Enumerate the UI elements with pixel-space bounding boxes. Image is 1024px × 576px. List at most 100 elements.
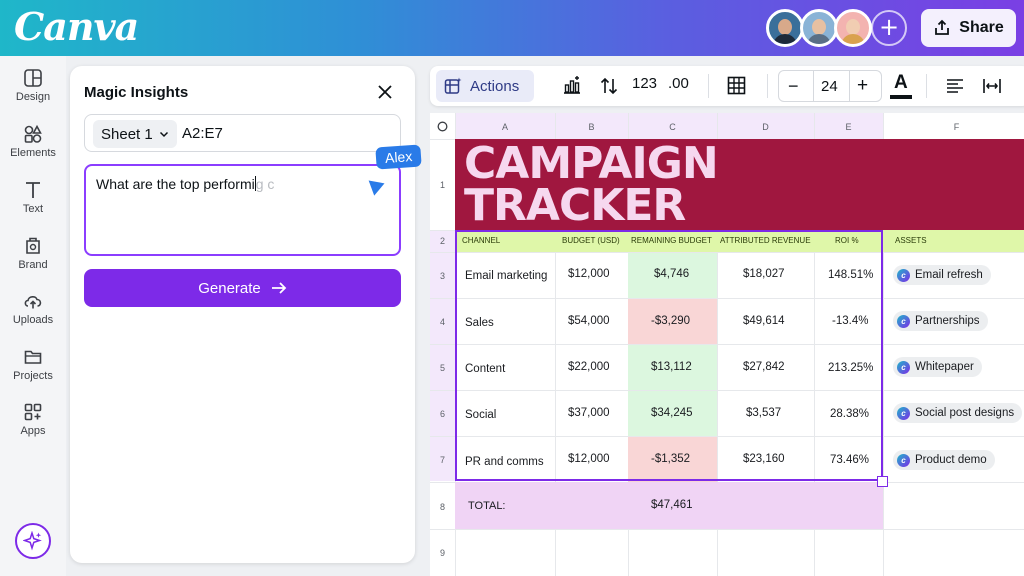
canva-design-icon: c [897,453,910,467]
font-size-stepper: − 24 + [778,70,882,102]
layout-icon [24,69,42,87]
increase-font-button[interactable]: + [857,75,868,97]
asset-chip[interactable]: c Product demo [893,450,995,470]
sort-icon[interactable] [599,76,619,96]
toolbar-divider [926,74,927,98]
column-header[interactable]: F [883,122,1024,132]
column-header[interactable]: C [628,122,717,132]
asset-chip[interactable]: c Partnerships [893,311,988,331]
rail-item-label: Apps [20,425,46,437]
toolbar-divider [767,74,768,98]
row-header[interactable]: 2 [430,236,455,246]
share-button[interactable]: Share [921,9,1016,47]
toolbar-divider [708,74,709,98]
total-value[interactable]: $47,461 [651,499,693,511]
row-header[interactable]: 5 [430,363,455,373]
column-header[interactable]: D [717,122,814,132]
shapes-icon [24,124,42,143]
asset-chip[interactable]: c Email refresh [893,265,991,285]
decrease-font-button[interactable]: − [788,76,799,97]
canva-logo[interactable]: Canva [14,4,139,49]
rail-item-apps[interactable]: Apps [0,402,66,437]
table-grid-icon[interactable] [727,76,746,95]
canva-design-icon: c [897,406,910,420]
asset-chip[interactable]: c Whitepaper [893,357,982,377]
prompt-textarea[interactable]: What are the top performig c [84,164,401,256]
row-header[interactable]: 4 [430,317,455,327]
chevron-down-icon [159,131,168,138]
asset-chip[interactable]: c Social post designs [893,403,1023,423]
prompt-text: What are the top performi [96,176,255,192]
selection-outline [455,230,883,481]
row-header[interactable]: 6 [430,409,455,419]
selection-resize-handle[interactable] [877,476,888,487]
rail-item-brand[interactable]: Brand [0,236,66,271]
sheet-dropdown[interactable]: Sheet 1 [93,120,177,148]
row-header[interactable]: 7 [430,455,455,465]
rail-item-uploads[interactable]: Uploads [0,291,66,326]
rail-item-text[interactable]: Text [0,180,66,215]
number-format-button[interactable]: 123 [632,75,657,92]
panel-title: Magic Insights [84,84,189,101]
rail-item-projects[interactable]: Projects [0,347,66,382]
chart-icon[interactable] [562,75,582,95]
rail-item-label: Text [22,203,44,215]
rail-item-elements[interactable]: Elements [0,124,66,159]
canva-design-icon: c [897,360,910,374]
generate-button[interactable]: Generate [84,269,401,307]
actions-grid-icon [444,77,462,94]
rail-item-design[interactable]: Design [0,68,66,103]
actions-label: Actions [470,77,520,95]
font-size-input[interactable]: 24 [821,78,838,95]
add-collaborator-button[interactable]: + [871,10,907,46]
sheet-label: Sheet 1 [101,125,153,143]
row-header[interactable]: 9 [430,548,455,558]
upload-cloud-icon [24,296,42,309]
collaborator-tag: Alex [375,144,422,170]
range-input[interactable]: A2:E7 [182,125,223,142]
brand-icon [26,237,40,254]
top-bar: Canva + Share [0,0,1024,56]
generate-label: Generate [198,279,261,297]
column-header[interactable]: E [814,122,883,132]
left-rail: Design Elements Text Brand Uploads Proje… [0,56,66,576]
total-label[interactable]: TOTAL: [468,500,506,512]
align-left-icon[interactable] [945,76,965,96]
avatar[interactable] [800,9,838,47]
magic-assistant-button[interactable] [15,523,51,559]
sheet-title: CAMPAIGN TRACKER [464,138,719,231]
header-cell[interactable]: ASSETS [895,236,927,245]
share-label: Share [959,19,1004,36]
canva-design-icon: c [897,268,910,282]
rail-item-label: Uploads [12,314,54,326]
apps-grid-icon [24,403,42,421]
prompt-ghost-text: g c [255,176,275,192]
rail-item-label: Design [15,91,51,103]
rail-item-label: Elements [10,147,56,159]
row-header[interactable]: 8 [430,502,455,512]
collaborator-avatars [766,9,872,47]
canva-design-icon: c [897,314,910,328]
text-icon [26,182,40,198]
spreadsheet: A B C D E F 1 2 3 4 5 6 7 8 9 CAMPAIGN T… [430,113,1024,576]
arrow-right-icon [271,282,287,294]
select-all-icon[interactable] [437,121,448,132]
actions-button[interactable]: Actions [436,70,534,102]
avatar[interactable] [834,9,872,47]
range-selector: Sheet 1 A2:E7 [84,114,401,152]
column-header[interactable]: A [455,122,555,132]
folder-icon [24,350,42,364]
decimal-format-button[interactable]: .00 [668,75,689,92]
rail-item-label: Brand [18,259,48,271]
row-header[interactable]: 3 [430,271,455,281]
text-color-button[interactable]: A [890,71,912,101]
spacing-icon[interactable] [982,76,1002,96]
row-header[interactable]: 1 [430,180,455,190]
text-color-letter: A [894,72,908,93]
close-icon[interactable] [375,82,395,102]
rail-item-label: Projects [13,370,53,382]
avatar[interactable] [766,9,804,47]
editor-toolbar: Actions 123 .00 − 24 + A [430,66,1024,106]
column-header[interactable]: B [555,122,628,132]
magic-insights-panel: Magic Insights Sheet 1 A2:E7 What are th… [70,66,415,563]
